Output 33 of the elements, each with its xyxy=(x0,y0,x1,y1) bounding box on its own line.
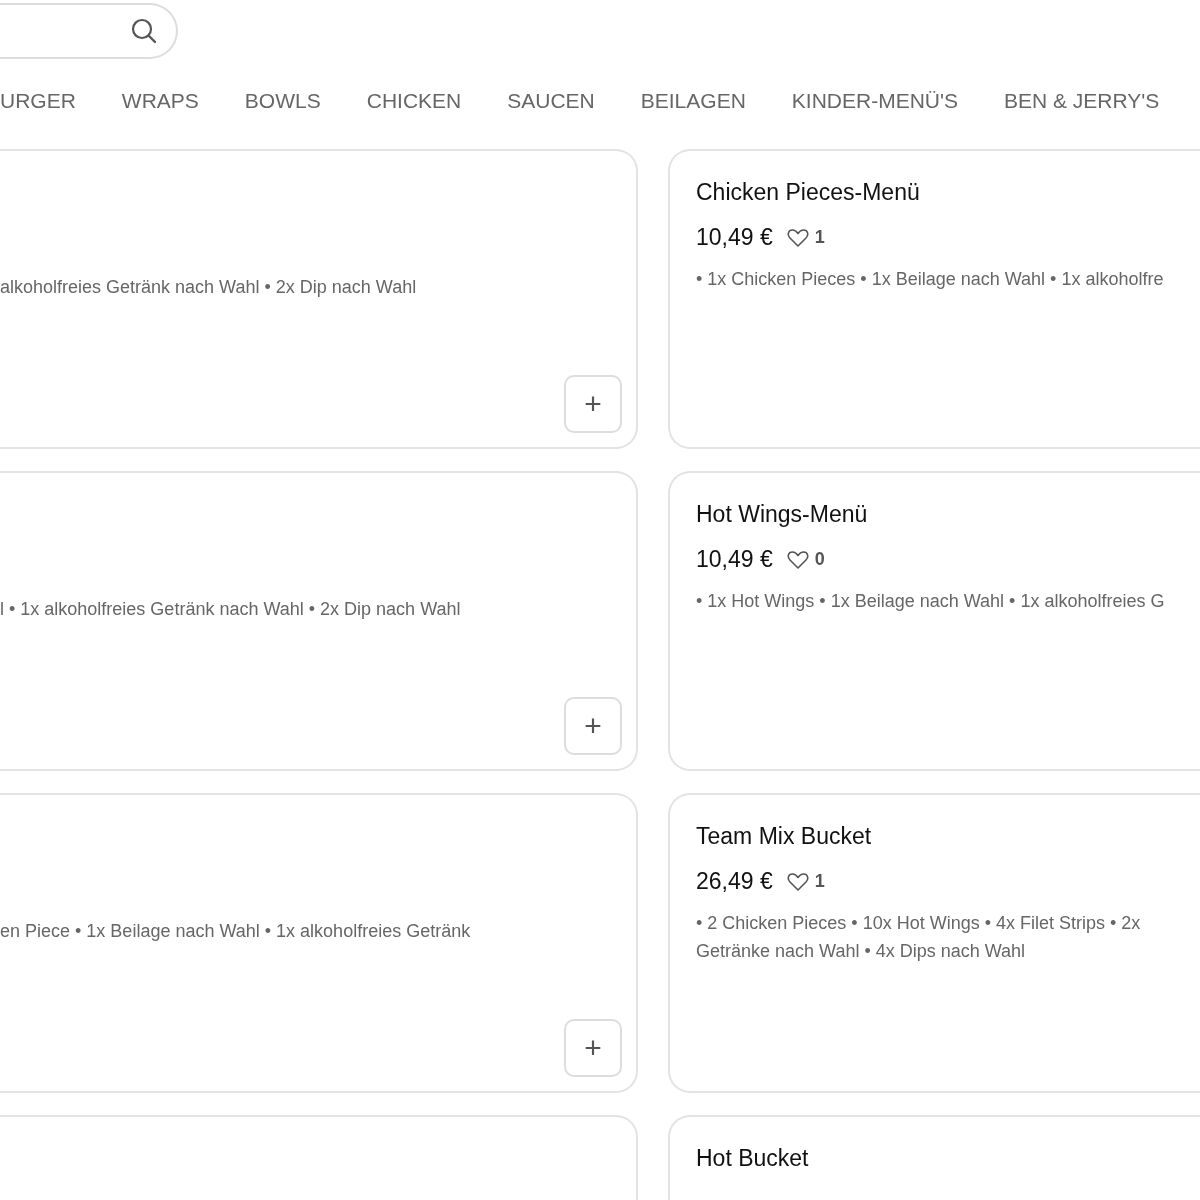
like-count: 1 xyxy=(814,871,825,892)
category-tab[interactable]: WRAPS xyxy=(121,89,199,119)
add-button[interactable]: + xyxy=(564,1019,622,1077)
item-price: 26,49 € xyxy=(696,868,773,895)
category-tab[interactable]: KINDER-MENÜ'S xyxy=(791,89,958,119)
item-description: • 1x Hot Wings • 1x Beilage nach Wahl • 1x alkoholfreies G xyxy=(696,590,1166,613)
category-tab[interactable]: SAUCEN xyxy=(507,89,595,119)
category-tab[interactable]: BEILAGEN xyxy=(640,89,746,119)
item-title: Chicken Pieces-Menü xyxy=(696,179,921,206)
item-price: 10,49 € xyxy=(696,224,773,251)
item-description: • 1x Chicken Pieces • 1x Beilage nach Wahl • 1x alkoholfre xyxy=(696,268,1165,291)
item-title: Hot Wings-Menü xyxy=(696,501,869,528)
category-tab[interactable]: BOWLS xyxy=(244,89,321,119)
item-description: Getränke nach Wahl • 4x Dips nach Wahl xyxy=(696,940,1027,963)
heart-icon[interactable] xyxy=(786,549,809,570)
like-count: 1 xyxy=(814,227,825,248)
heart-icon[interactable] xyxy=(786,227,809,248)
item-price: 10,49 € xyxy=(696,546,773,573)
add-button[interactable]: + xyxy=(564,697,622,755)
item-description: l • 1x alkoholfreies Getränk nach Wahl • 2x Dip nach Wahl xyxy=(0,598,461,621)
like-count: 0 xyxy=(814,549,825,570)
add-button[interactable]: + xyxy=(564,375,622,433)
category-tab[interactable]: CHICKEN xyxy=(366,89,462,119)
item-description: alkoholfreies Getränk nach Wahl • 2x Dip nach Wahl xyxy=(0,276,417,299)
search-icon[interactable] xyxy=(130,17,158,45)
item-description: en Piece • 1x Beilage nach Wahl • 1x alkoholfreies Getränk xyxy=(0,920,471,943)
item-description: • 2 Chicken Pieces • 10x Hot Wings • 4x Filet Strips • 2x xyxy=(696,912,1142,935)
item-title: Team Mix Bucket xyxy=(696,823,873,850)
search-field[interactable] xyxy=(0,3,178,59)
heart-icon[interactable] xyxy=(786,871,809,892)
category-tab[interactable]: URGER xyxy=(0,89,76,119)
item-title: Hot Bucket xyxy=(696,1145,810,1172)
category-tab[interactable]: BEN & JERRY'S xyxy=(1004,89,1160,119)
